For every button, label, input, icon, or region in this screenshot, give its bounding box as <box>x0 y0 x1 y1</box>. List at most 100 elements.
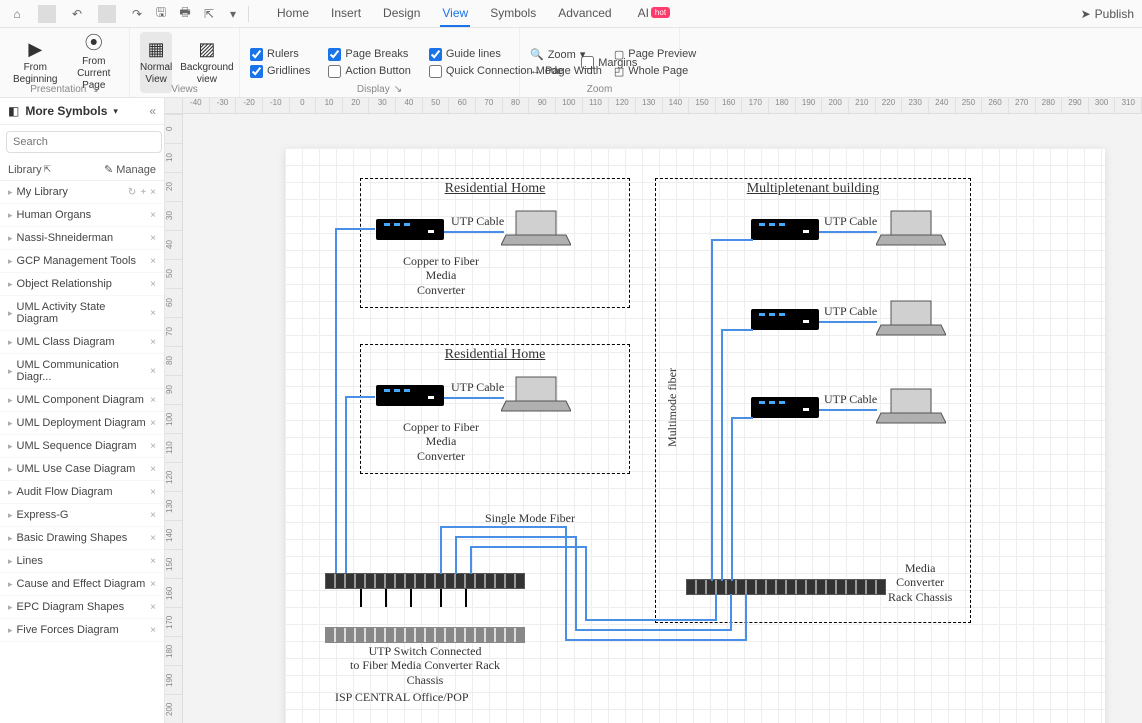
tab-home[interactable]: Home <box>275 2 311 26</box>
tab-symbols[interactable]: Symbols <box>488 2 538 26</box>
library-item[interactable]: ▸UML Component Diagram× <box>0 389 164 412</box>
library-item[interactable]: ▸UML Use Case Diagram× <box>0 458 164 481</box>
library-label: Library <box>8 164 42 176</box>
zoom-button[interactable]: 🔍Zoom▾ <box>530 48 602 61</box>
close-icon[interactable]: × <box>150 418 156 429</box>
close-icon[interactable]: × <box>150 308 156 319</box>
close-icon[interactable]: × <box>150 395 156 406</box>
library-item[interactable]: ▸GCP Management Tools× <box>0 250 164 273</box>
close-icon[interactable]: × <box>150 441 156 452</box>
canvas-area[interactable]: -40-30-20-100102030405060708090100110120… <box>165 98 1142 723</box>
converter-label-2: Copper to Fiber Media Converter <box>376 420 506 463</box>
media-converter-device[interactable] <box>751 309 819 330</box>
library-item[interactable]: ▸Basic Drawing Shapes× <box>0 527 164 550</box>
library-item[interactable]: ▸Object Relationship× <box>0 273 164 296</box>
multitenant-box[interactable]: Multipletenant building UTP Cable UTP Ca… <box>655 178 971 623</box>
tab-ai[interactable]: AIhot <box>636 2 672 26</box>
close-icon[interactable]: × <box>150 487 156 498</box>
tab-view[interactable]: View <box>440 2 470 26</box>
media-converter-device[interactable] <box>376 385 444 406</box>
media-converter-rack[interactable] <box>686 579 886 595</box>
close-icon[interactable]: × <box>150 366 156 377</box>
save-icon[interactable]: 🖫 <box>152 5 170 23</box>
page-preview-button[interactable]: ▢Page Preview <box>614 48 696 61</box>
laptop-icon[interactable] <box>876 299 946 337</box>
undo-icon[interactable]: ↶ <box>68 5 86 23</box>
library-item[interactable]: ▸Nassi-Shneiderman× <box>0 227 164 250</box>
close-icon[interactable]: × <box>150 233 156 244</box>
close-icon[interactable]: × <box>150 464 156 475</box>
media-converter-device[interactable] <box>751 219 819 240</box>
manage-button[interactable]: ✎ Manage <box>104 163 156 176</box>
action-button-checkbox[interactable]: Action Button <box>328 65 410 78</box>
close-icon[interactable]: × <box>150 510 156 521</box>
media-converter-rack-central[interactable] <box>325 573 525 589</box>
library-item-my-library[interactable]: ▸My Library↻+× <box>0 181 164 204</box>
close-icon[interactable]: × <box>150 533 156 544</box>
library-item[interactable]: ▸Cause and Effect Diagram× <box>0 573 164 596</box>
close-icon[interactable]: × <box>150 210 156 221</box>
library-item[interactable]: ▸Human Organs× <box>0 204 164 227</box>
page-breaks-checkbox[interactable]: Page Breaks <box>328 48 410 61</box>
close-icon[interactable]: × <box>150 556 156 567</box>
close-icon[interactable]: × <box>150 602 156 613</box>
close-icon[interactable]: × <box>150 256 156 267</box>
utp-switch[interactable] <box>325 627 525 643</box>
tab-insert[interactable]: Insert <box>329 2 363 26</box>
residential-home-box-2[interactable]: Residential Home UTP Cable Copper to Fib… <box>360 344 630 474</box>
more-symbols-label[interactable]: More Symbols <box>25 104 107 118</box>
library-item[interactable]: ▸Express-G× <box>0 504 164 527</box>
close-icon[interactable]: × <box>150 579 156 590</box>
home-icon[interactable]: ⌂ <box>8 5 26 23</box>
whole-page-button[interactable]: ◰Whole Page <box>614 65 696 78</box>
media-converter-device[interactable] <box>751 397 819 418</box>
pin-icon[interactable]: ⇱ <box>44 164 52 175</box>
library-item[interactable]: ▸UML Class Diagram× <box>0 331 164 354</box>
diagram-page[interactable]: Residential Home UTP Cable Copper to Fib… <box>285 148 1105 723</box>
caret-icon: ▸ <box>8 625 13 636</box>
library-item[interactable]: ▸UML Communication Diagr...× <box>0 354 164 389</box>
tab-advanced[interactable]: Advanced <box>556 2 613 26</box>
caret-icon: ▸ <box>8 256 13 267</box>
add-icon[interactable]: + <box>140 187 146 198</box>
utp-cable-label: UTP Cable <box>824 214 877 229</box>
close-icon[interactable]: × <box>150 337 156 348</box>
close-icon[interactable]: × <box>150 187 156 198</box>
rulers-checkbox[interactable]: Rulers <box>250 48 310 61</box>
media-converter-device[interactable] <box>376 219 444 240</box>
laptop-icon[interactable] <box>876 209 946 247</box>
collapse-sidebar-icon[interactable]: « <box>149 104 156 118</box>
library-item[interactable]: ▸Audit Flow Diagram× <box>0 481 164 504</box>
publish-button[interactable]: ➤ Publish <box>1081 7 1134 21</box>
close-icon[interactable]: × <box>150 625 156 636</box>
normal-view-icon: ▦ <box>148 39 165 61</box>
laptop-icon[interactable] <box>501 375 571 413</box>
caret-icon: ▸ <box>8 487 13 498</box>
library-item[interactable]: ▸UML Deployment Diagram× <box>0 412 164 435</box>
redo-icon[interactable]: ↷ <box>128 5 146 23</box>
tab-design[interactable]: Design <box>381 2 422 26</box>
refresh-icon[interactable]: ↻ <box>128 187 136 198</box>
utp-cable-label: UTP Cable <box>824 304 877 319</box>
residential-home-box-1[interactable]: Residential Home UTP Cable Copper to Fib… <box>360 178 630 308</box>
library-item[interactable]: ▸EPC Diagram Shapes× <box>0 596 164 619</box>
search-input[interactable] <box>6 131 162 153</box>
multimode-fiber-label: Multimode fiber <box>665 368 680 447</box>
laptop-icon[interactable] <box>876 387 946 425</box>
laptop-icon[interactable] <box>501 209 571 247</box>
single-mode-fiber-label: Single Mode Fiber <box>485 511 575 526</box>
close-icon[interactable]: × <box>150 279 156 290</box>
export-icon[interactable]: ⇱ <box>200 5 218 23</box>
qat-more[interactable]: ▾ <box>224 5 242 23</box>
page-width-button[interactable]: ↔Page Width <box>530 65 602 77</box>
dropdown-icon[interactable]: ▾ <box>113 106 118 117</box>
caret-icon: ▸ <box>8 233 13 244</box>
print-icon[interactable]: 🖶 <box>176 5 194 23</box>
launcher-icon[interactable]: ↘ <box>394 84 402 95</box>
library-item[interactable]: ▸Five Forces Diagram× <box>0 619 164 642</box>
library-item[interactable]: ▸UML Activity State Diagram× <box>0 296 164 331</box>
launcher-icon[interactable]: ↘ <box>90 84 98 95</box>
gridlines-checkbox[interactable]: Gridlines <box>250 65 310 78</box>
library-item[interactable]: ▸UML Sequence Diagram× <box>0 435 164 458</box>
library-item[interactable]: ▸Lines× <box>0 550 164 573</box>
